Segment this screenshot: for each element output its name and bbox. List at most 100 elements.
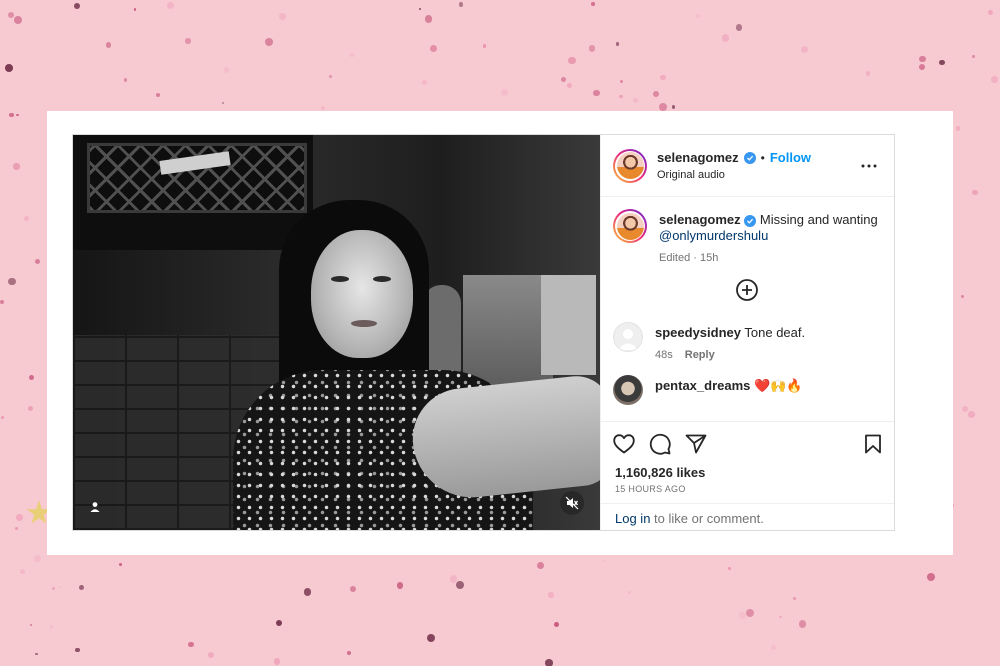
confetti-dot <box>429 44 438 52</box>
confetti-dot <box>19 569 25 575</box>
commenter-avatar[interactable] <box>613 322 643 352</box>
confetti-dot <box>926 573 935 581</box>
confetti-dot <box>5 63 13 72</box>
login-link[interactable]: Log in <box>615 511 650 526</box>
bookmark-icon[interactable] <box>864 434 882 454</box>
original-audio-link[interactable]: Original audio <box>657 169 811 181</box>
post-video[interactable] <box>73 135 600 530</box>
load-more-icon[interactable] <box>735 278 759 302</box>
confetti-dot <box>482 44 487 48</box>
confetti-dot <box>15 514 23 522</box>
video-crate <box>87 143 307 213</box>
confetti-dot <box>793 596 796 600</box>
confetti-dot <box>955 125 961 131</box>
confetti-dot <box>29 375 35 381</box>
confetti-dot <box>632 97 638 103</box>
confetti-dot <box>15 113 19 117</box>
confetti-dot <box>919 64 925 71</box>
post-side-panel: selenagomez • Follow Original audio sele… <box>600 135 894 530</box>
share-icon[interactable] <box>685 434 707 454</box>
caption-text: Missing and wanting <box>759 212 878 227</box>
h-text: selenagomez • Follow Original audio <box>657 150 811 181</box>
confetti-dot <box>123 78 128 83</box>
confetti-dot <box>427 634 436 642</box>
confetti-dot <box>671 105 676 109</box>
confetti-dot <box>972 190 978 196</box>
caption-mention[interactable]: @onlymurdershulu <box>659 228 768 243</box>
author-avatar[interactable] <box>613 148 647 183</box>
confetti-dot <box>105 42 112 48</box>
confetti-dot <box>320 106 326 111</box>
confetti-dot <box>207 651 214 658</box>
confetti-dot <box>545 659 553 666</box>
avatar-img <box>616 212 644 240</box>
mute-icon[interactable] <box>560 491 584 515</box>
load-more <box>613 278 880 302</box>
confetti-dot <box>770 644 777 651</box>
confetti-dot <box>620 79 624 84</box>
comment-icon[interactable] <box>649 433 671 455</box>
confetti-dot <box>133 8 137 12</box>
confetti-dot <box>50 625 54 629</box>
avatar-inner <box>615 150 645 181</box>
confetti-dot <box>536 561 545 570</box>
confetti-dot <box>35 653 38 656</box>
author-username[interactable]: selenagomez <box>657 150 739 165</box>
crate-label <box>159 151 231 175</box>
confetti-dot <box>0 415 4 419</box>
caption-avatar[interactable] <box>613 209 647 243</box>
user-tag-icon[interactable] <box>83 495 107 519</box>
reply-button[interactable]: Reply <box>685 349 715 361</box>
confetti-dot <box>619 94 624 99</box>
caption-username[interactable]: selenagomez <box>659 212 741 227</box>
video-subject-face <box>311 230 413 358</box>
eye <box>373 276 391 282</box>
confetti-dot <box>275 619 282 626</box>
confetti-dot <box>779 615 782 619</box>
comment-username[interactable]: pentax_dreams <box>655 378 750 393</box>
comment-username[interactable]: speedysidney <box>655 325 741 340</box>
confetti-dot <box>458 2 464 8</box>
confetti-dot <box>652 90 660 98</box>
confetti-dot <box>721 34 730 42</box>
heart-icon[interactable] <box>613 433 635 454</box>
video-shelf <box>73 135 313 250</box>
confetti-dot <box>627 590 632 595</box>
confetti-dot <box>346 650 351 656</box>
comment-item: pentax_dreams ❤️🙌🔥 <box>613 375 880 405</box>
separator-dot: • <box>760 150 765 165</box>
confetti-dot <box>424 15 432 23</box>
confetti-dot <box>13 163 20 170</box>
meta: Edited · 15h <box>659 252 880 264</box>
confetti-dot <box>75 647 81 653</box>
caption: selenagomez Missing and wanting @onlymur… <box>613 209 880 264</box>
confetti-dot <box>329 75 332 78</box>
confetti-dot <box>58 585 62 589</box>
confetti-dot <box>991 76 998 84</box>
embed-card: selenagomez • Follow Original audio sele… <box>47 111 953 555</box>
avatar-inner <box>615 211 645 241</box>
comment-time: 48s <box>655 349 673 361</box>
login-prompt: Log in to like or comment. <box>601 503 894 530</box>
confetti-dot <box>987 10 993 16</box>
post-header: selenagomez • Follow Original audio <box>601 135 894 197</box>
follow-button[interactable]: Follow <box>770 150 811 165</box>
comment-item: speedysidney Tone deaf. 48s Reply <box>613 322 880 361</box>
commenter-avatar[interactable] <box>613 375 643 405</box>
confetti-dot <box>560 76 566 82</box>
likes-count[interactable]: 1,160,826 likes <box>601 465 894 480</box>
h-row: selenagomez • Follow <box>657 150 811 165</box>
confetti-dot <box>972 55 976 59</box>
confetti-dot <box>35 259 41 265</box>
cmt-body: pentax_dreams ❤️🙌🔥 <box>655 375 803 405</box>
confetti-dot <box>500 89 508 97</box>
confetti-dot <box>7 12 14 19</box>
confetti-dot <box>188 641 195 648</box>
confetti-dot <box>588 45 596 52</box>
post-timestamp: 15 HOURS AGO <box>615 484 686 494</box>
confetti-dot <box>223 67 229 73</box>
more-options-icon[interactable] <box>860 157 878 175</box>
avatar-img <box>616 152 644 179</box>
caption-time: 15h <box>699 252 719 264</box>
verified-badge-icon <box>743 151 756 164</box>
